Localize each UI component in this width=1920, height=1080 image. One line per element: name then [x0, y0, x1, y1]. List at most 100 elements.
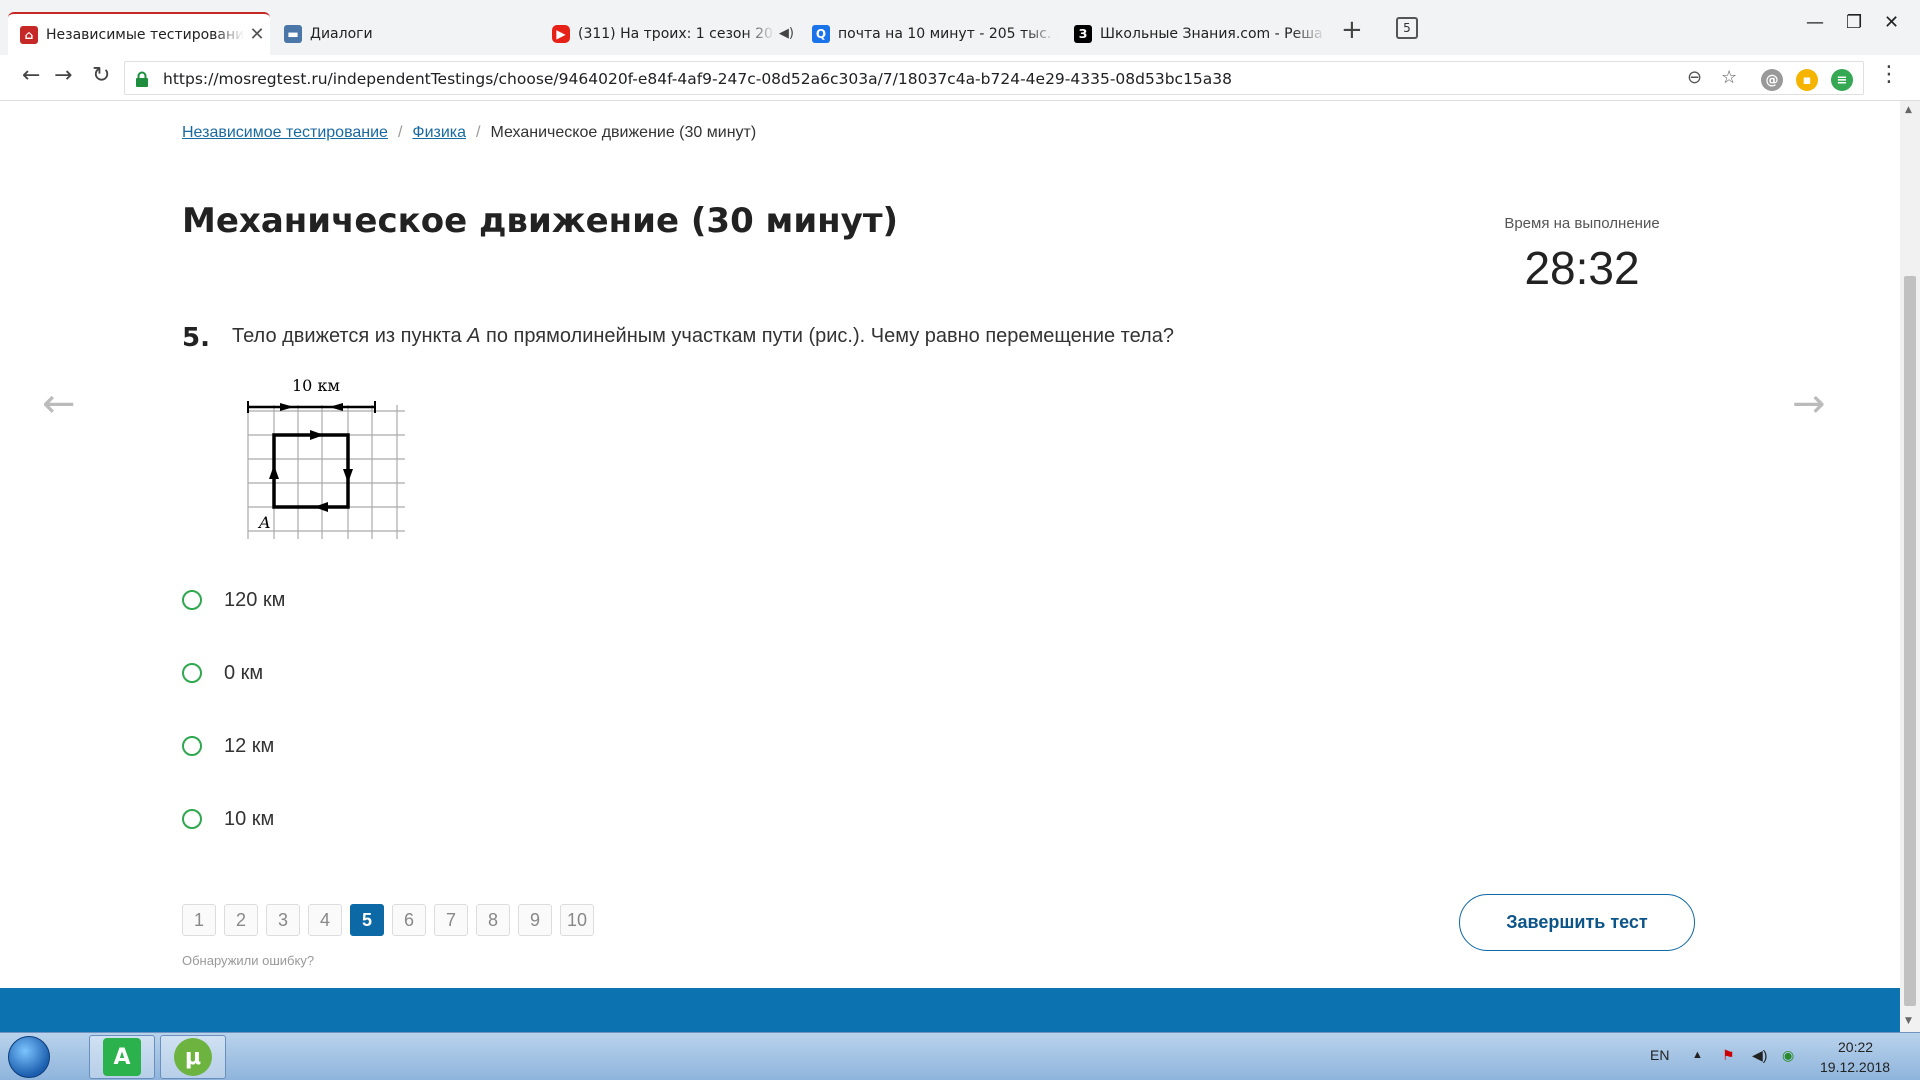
- address-bar[interactable]: https://mosregtest.ru/independentTesting…: [124, 61, 1864, 95]
- timer-label: Время на выполнение: [1504, 215, 1660, 232]
- answer-option-2[interactable]: 0 км: [182, 658, 263, 688]
- figure-point-label: A: [257, 513, 271, 532]
- answer-option-3[interactable]: 12 км: [182, 731, 274, 761]
- breadcrumb-separator: /: [397, 124, 403, 141]
- minimize-icon[interactable]: —: [1806, 12, 1824, 33]
- page-button-9[interactable]: 9: [518, 904, 552, 936]
- breadcrumb: Независимое тестирование / Физика / Механиче…: [182, 124, 756, 142]
- reload-icon[interactable]: ↻: [92, 63, 110, 88]
- taskbar-app-1[interactable]: A: [89, 1035, 155, 1079]
- tab-dialogs[interactable]: ▬ Диалоги: [272, 12, 532, 55]
- page-button-2[interactable]: 2: [224, 904, 258, 936]
- clock-time[interactable]: 20:22: [1838, 1039, 1873, 1055]
- clock-date[interactable]: 19.12.2018: [1820, 1059, 1890, 1075]
- radio-button[interactable]: [182, 590, 202, 610]
- page-title: Механическое движение (30 минут): [182, 201, 899, 241]
- email-extension-icon[interactable]: @: [1761, 69, 1783, 91]
- footer-band: [0, 988, 1900, 1032]
- question-text: Тело движется из пункта A по прямолинейн…: [232, 325, 1174, 348]
- scroll-down-icon[interactable]: ▼: [1905, 1016, 1912, 1026]
- url-text: https://mosregtest.ru/independentTesting…: [163, 70, 1233, 88]
- tab-title: Школьные Знания.com - Реша: [1100, 25, 1323, 42]
- figure-scale-label: 10 км: [292, 376, 340, 395]
- page-button-1[interactable]: 1: [182, 904, 216, 936]
- breadcrumb-physics[interactable]: Физика: [412, 124, 466, 141]
- vk-messages-icon: ▬: [284, 24, 302, 43]
- tab-title: (311) На троих: 1 сезон 20 се: [578, 25, 775, 42]
- search-icon: Q: [812, 24, 830, 43]
- answer-label: 0 км: [224, 661, 264, 684]
- green-a-app-icon: A: [103, 1038, 141, 1076]
- page-button-4[interactable]: 4: [308, 904, 342, 936]
- scroll-up-icon[interactable]: ▲: [1905, 105, 1912, 115]
- page-button-6[interactable]: 6: [392, 904, 426, 936]
- tab-title: Диалоги: [310, 25, 373, 42]
- question-point: A: [467, 325, 481, 347]
- lock-icon: [136, 71, 148, 87]
- tab-youtube[interactable]: ▶ (311) На троих: 1 сезон 20 се ◀): [540, 12, 802, 55]
- figure-path: [269, 430, 353, 512]
- restore-icon[interactable]: ❐: [1846, 12, 1862, 33]
- new-tab-button[interactable]: +: [1341, 15, 1363, 45]
- question-text-end: по прямолинейным участкам пути (рис.). Ч…: [480, 325, 1174, 347]
- browser-toolbar: ← → ↻ https://mosregtest.ru/independentT…: [0, 55, 1920, 101]
- tray-language[interactable]: EN: [1650, 1047, 1669, 1063]
- answer-label: 12 км: [224, 734, 275, 757]
- bookmark-star-icon[interactable]: ☆: [1721, 67, 1737, 88]
- question-pager: 1 2 3 4 5 6 7 8 9 10: [182, 904, 594, 936]
- chat-extension-icon[interactable]: ▪: [1796, 69, 1818, 91]
- breadcrumb-current: Механическое движение (30 минут): [490, 124, 757, 141]
- tab-znanija[interactable]: З Школьные Знания.com - Реша: [1062, 12, 1326, 55]
- znanija-icon: З: [1074, 24, 1092, 43]
- answer-option-4[interactable]: 10 км: [182, 804, 274, 834]
- tab-mail-search[interactable]: Q почта на 10 минут - 205 тыс. ре: [800, 12, 1058, 55]
- back-icon[interactable]: ←: [22, 63, 40, 88]
- finish-test-button[interactable]: Завершить тест: [1459, 894, 1695, 951]
- page-button-5-current[interactable]: 5: [350, 904, 384, 936]
- start-button-icon[interactable]: [8, 1036, 50, 1078]
- list-extension-icon[interactable]: ≡: [1831, 69, 1853, 91]
- tray-flag-icon[interactable]: ⚑: [1722, 1047, 1735, 1064]
- page-content: Независимое тестирование / Физика / Механиче…: [0, 101, 1900, 1032]
- question-figure: 10 км A: [247, 376, 405, 539]
- radio-button[interactable]: [182, 736, 202, 756]
- tray-expand-icon[interactable]: ▲: [1692, 1049, 1703, 1061]
- radio-button[interactable]: [182, 809, 202, 829]
- tab-count-button[interactable]: 5: [1396, 17, 1418, 39]
- answer-label: 120 км: [224, 588, 286, 611]
- question-number: 5.: [182, 323, 210, 353]
- question-text-start: Тело движется из пункта: [232, 325, 468, 347]
- tab-independent-testing[interactable]: ⌂ Независимые тестировани ✕: [8, 12, 270, 55]
- browser-tab-strip: ⌂ Независимые тестировани ✕ ▬ Диалоги ▶ …: [0, 0, 1920, 55]
- page-button-3[interactable]: 3: [266, 904, 300, 936]
- page-button-10[interactable]: 10: [560, 904, 594, 936]
- page-scrollbar[interactable]: ▲ ▼: [1900, 101, 1920, 1032]
- tab-title: почта на 10 минут - 205 тыс. ре: [838, 25, 1058, 42]
- youtube-icon: ▶: [552, 24, 570, 43]
- taskbar-app-2[interactable]: μ: [160, 1035, 226, 1079]
- breadcrumb-separator: /: [476, 124, 481, 141]
- scroll-thumb[interactable]: [1904, 276, 1916, 1006]
- page-button-7[interactable]: 7: [434, 904, 468, 936]
- tab-title: Независимые тестировани: [46, 26, 244, 43]
- close-tab-icon[interactable]: ✕: [244, 24, 270, 45]
- page-button-8[interactable]: 8: [476, 904, 510, 936]
- radio-button[interactable]: [182, 663, 202, 683]
- tray-volume-icon[interactable]: ◀): [1752, 1047, 1767, 1064]
- zoom-icon[interactable]: ⊖: [1687, 67, 1702, 88]
- tray-network-icon[interactable]: ◉: [1782, 1047, 1794, 1064]
- next-question-arrow-icon[interactable]: →: [1792, 381, 1826, 427]
- answer-option-1[interactable]: 120 км: [182, 585, 285, 615]
- mosreg-favicon-icon: ⌂: [20, 25, 38, 44]
- answer-label: 10 км: [224, 807, 275, 830]
- breadcrumb-independent-testing[interactable]: Независимое тестирование: [182, 124, 388, 141]
- timer-value: 28:32: [1524, 242, 1640, 294]
- close-window-icon[interactable]: ✕: [1884, 12, 1899, 33]
- speaker-icon[interactable]: ◀): [779, 26, 794, 41]
- report-error-link[interactable]: Обнаружили ошибку?: [182, 953, 314, 968]
- forward-icon[interactable]: →: [54, 63, 72, 88]
- browser-menu-icon[interactable]: ⋮: [1878, 62, 1900, 87]
- prev-question-arrow-icon[interactable]: ←: [42, 381, 76, 427]
- windows-taskbar: A μ EN ▲ ⚑ ◀) ◉ 20:22 19.12.2018: [0, 1032, 1920, 1080]
- utorrent-icon: μ: [174, 1038, 212, 1076]
